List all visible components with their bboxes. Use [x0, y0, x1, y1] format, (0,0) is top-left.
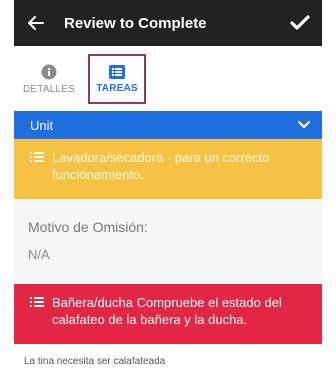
task-note: La tina necesita ser calafateada: [14, 344, 322, 375]
unit-dropdown[interactable]: Unit: [14, 111, 322, 139]
task-item-lavadora[interactable]: Lavadora/secadora - para un correcto fun…: [14, 139, 322, 199]
tab-detalles-label: DETALLES: [23, 83, 75, 95]
task-item-banera[interactable]: Bañera/ducha Compruebe el estado del cal…: [14, 284, 322, 344]
omission-value: N/A: [28, 247, 50, 262]
tab-bar: DETALLES TAREAS: [14, 46, 322, 111]
check-icon: [290, 15, 310, 30]
task-text: Lavadora/secadora - para un correcto fun…: [52, 150, 270, 182]
task-text: Bañera/ducha Compruebe el estado del cal…: [52, 295, 282, 327]
info-icon: [41, 64, 57, 79]
list-icon: [30, 152, 44, 162]
app-bar: Review to Complete: [14, 0, 322, 46]
tab-tareas-label: TAREAS: [96, 82, 138, 94]
task-list-icon: [109, 64, 125, 79]
chevron-down-icon: [298, 121, 310, 129]
list-icon: [30, 297, 44, 307]
tab-tareas[interactable]: TAREAS: [88, 54, 146, 104]
omission-label: Motivo de Omisión:: [28, 219, 148, 235]
app-screen: Review to Complete DETALLES TAREAS Unit …: [14, 0, 322, 375]
back-button[interactable]: [14, 0, 58, 46]
page-title: Review to Complete: [64, 14, 207, 32]
unit-label: Unit: [30, 117, 54, 133]
back-arrow-icon: [28, 16, 44, 30]
omission-section: Motivo de Omisión: N/A: [14, 199, 322, 284]
tab-detalles[interactable]: DETALLES: [20, 54, 78, 104]
confirm-button[interactable]: [278, 0, 322, 46]
